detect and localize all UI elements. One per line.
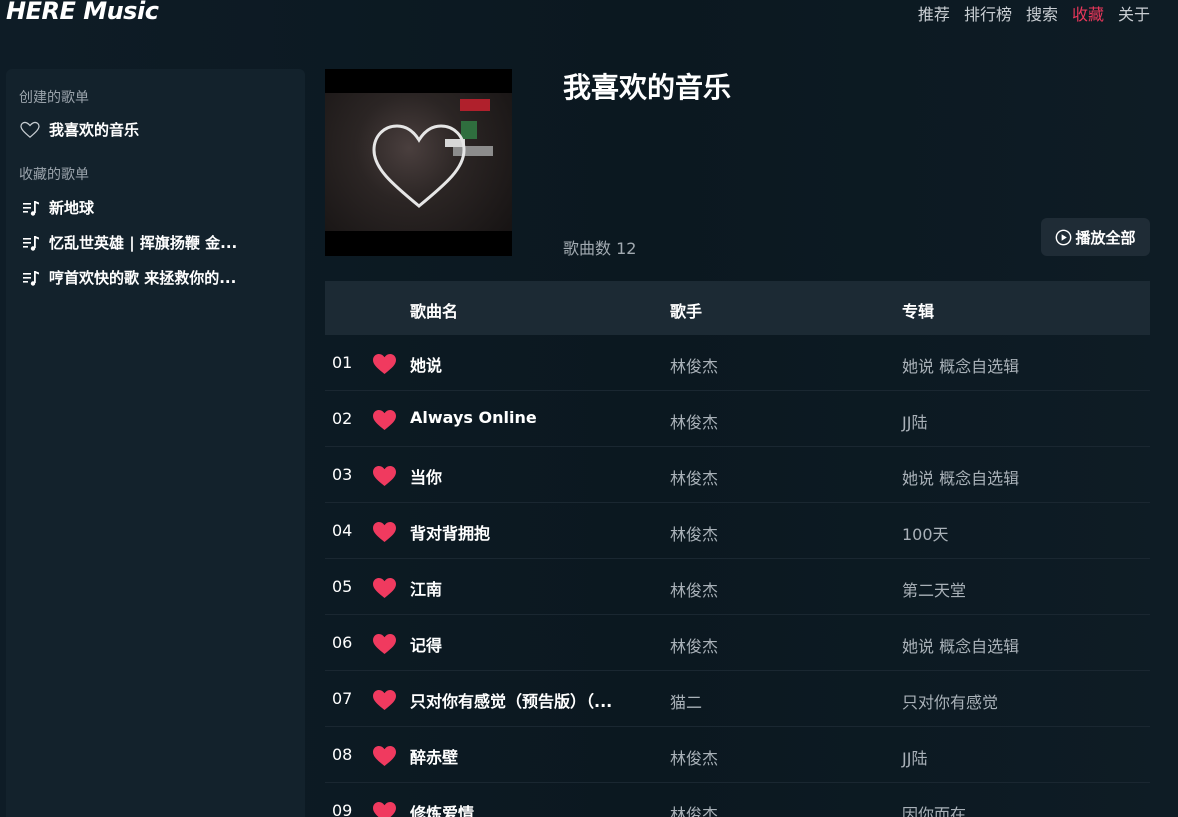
- heart-filled-icon[interactable]: [372, 689, 397, 711]
- app-logo[interactable]: HERE Music: [6, 0, 159, 25]
- sidebar-item-label: 新地球: [49, 199, 95, 217]
- album-name[interactable]: 100天: [902, 521, 949, 545]
- album-name[interactable]: 她说 概念自选辑: [902, 633, 1019, 657]
- heart-filled-icon[interactable]: [372, 353, 397, 375]
- table-row[interactable]: 09 修炼爱情 林俊杰 因你而在: [325, 783, 1150, 817]
- heart-filled-icon[interactable]: [372, 633, 397, 655]
- track-number: 07: [332, 689, 353, 708]
- artist-name[interactable]: 林俊杰: [670, 577, 718, 601]
- heart-filled-icon[interactable]: [372, 409, 397, 431]
- table-row[interactable]: 06 记得 林俊杰 她说 概念自选辑: [325, 615, 1150, 671]
- table-row[interactable]: 02 Always Online 林俊杰 JJ陆: [325, 391, 1150, 447]
- heart-filled-icon[interactable]: [372, 521, 397, 543]
- table-row[interactable]: 01 她说 林俊杰 她说 概念自选辑: [325, 335, 1150, 391]
- song-title[interactable]: 当你: [410, 464, 640, 488]
- album-name[interactable]: 只对你有感觉: [902, 689, 998, 713]
- table-row[interactable]: 05 江南 林俊杰 第二天堂: [325, 559, 1150, 615]
- track-number: 09: [332, 801, 353, 817]
- column-header-album: 专辑: [902, 302, 935, 321]
- album-name[interactable]: JJ陆: [902, 745, 927, 769]
- created-playlists-title: 创建的歌单: [19, 90, 89, 106]
- playlist-icon: [23, 270, 39, 286]
- sidebar-item-new-earth[interactable]: 新地球: [19, 197, 94, 218]
- sidebar-item-label: 忆乱世英雄 | 挥旗扬鞭 金...: [49, 234, 238, 252]
- main-nav: 推荐 排行榜 搜索 收藏 关于: [918, 1, 1150, 25]
- nav-item-search[interactable]: 搜索: [1026, 1, 1058, 25]
- album-name[interactable]: 因你而在: [902, 801, 966, 817]
- album-name[interactable]: JJ陆: [902, 409, 927, 433]
- table-row[interactable]: 07 只对你有感觉（预告版）（... 猫二 只对你有感觉: [325, 671, 1150, 727]
- heart-outline-icon: [20, 121, 40, 138]
- heart-filled-icon[interactable]: [372, 577, 397, 599]
- sidebar-item-liked-music[interactable]: 我喜欢的音乐: [19, 119, 139, 140]
- column-header-artist: 歌手: [670, 302, 703, 321]
- track-number: 06: [332, 633, 353, 652]
- sidebar-item-label: 哼首欢快的歌 来拯救你的...: [49, 269, 237, 287]
- artist-name[interactable]: 林俊杰: [670, 465, 718, 489]
- nav-item-about[interactable]: 关于: [1118, 1, 1150, 25]
- table-row[interactable]: 04 背对背拥抱 林俊杰 100天: [325, 503, 1150, 559]
- song-table: 歌曲名 歌手 专辑 01 她说 林俊杰 她说 概念自选辑 02 Always O…: [325, 281, 1150, 817]
- track-number: 05: [332, 577, 353, 596]
- artist-name[interactable]: 林俊杰: [670, 633, 718, 657]
- song-title[interactable]: 记得: [410, 632, 640, 656]
- sidebar-item-heroes[interactable]: 忆乱世英雄 | 挥旗扬鞭 金...: [19, 232, 237, 253]
- nav-item-recommend[interactable]: 推荐: [918, 1, 950, 25]
- track-number: 04: [332, 521, 353, 540]
- playlist-title: 我喜欢的音乐: [563, 71, 732, 104]
- song-title[interactable]: 修炼爱情: [410, 800, 640, 817]
- sidebar: 创建的歌单 我喜欢的音乐 收藏的歌单 新地球 忆乱世英雄 | 挥旗扬鞭 金...: [6, 69, 305, 817]
- track-number: 02: [332, 409, 353, 428]
- heart-filled-icon[interactable]: [372, 465, 397, 487]
- nav-item-charts[interactable]: 排行榜: [964, 1, 1012, 25]
- play-all-label: 播放全部: [1075, 228, 1136, 247]
- track-number: 03: [332, 465, 353, 484]
- table-row[interactable]: 03 当你 林俊杰 她说 概念自选辑: [325, 447, 1150, 503]
- column-header-song: 歌曲名: [410, 302, 459, 321]
- artist-name[interactable]: 林俊杰: [670, 745, 718, 769]
- playlist-cover: [325, 69, 512, 256]
- song-title[interactable]: 背对背拥抱: [410, 520, 640, 544]
- table-header: 歌曲名 歌手 专辑: [325, 281, 1150, 335]
- artist-name[interactable]: 林俊杰: [670, 801, 718, 817]
- collected-playlists-title: 收藏的歌单: [19, 167, 89, 183]
- album-name[interactable]: 第二天堂: [902, 577, 966, 601]
- sidebar-item-happy-songs[interactable]: 哼首欢快的歌 来拯救你的...: [19, 267, 236, 288]
- play-circle-icon: [1056, 229, 1072, 245]
- song-title[interactable]: 只对你有感觉（预告版）（...: [410, 688, 640, 712]
- artist-name[interactable]: 林俊杰: [670, 353, 718, 377]
- track-number: 01: [332, 353, 353, 372]
- cover-overlay: [372, 99, 493, 208]
- heart-filled-icon[interactable]: [372, 745, 397, 767]
- playlist-icon: [23, 235, 39, 251]
- song-count: 歌曲数 12: [563, 239, 637, 258]
- song-title[interactable]: 江南: [410, 576, 640, 600]
- sidebar-item-label: 我喜欢的音乐: [49, 121, 140, 139]
- artist-name[interactable]: 猫二: [670, 689, 702, 713]
- song-title[interactable]: 她说: [410, 352, 640, 376]
- artist-name[interactable]: 林俊杰: [670, 409, 718, 433]
- song-title[interactable]: Always Online: [410, 408, 640, 427]
- song-title[interactable]: 醉赤壁: [410, 744, 640, 768]
- album-name[interactable]: 她说 概念自选辑: [902, 465, 1019, 489]
- track-number: 08: [332, 745, 353, 764]
- play-all-button[interactable]: 播放全部: [1041, 218, 1150, 256]
- nav-item-favorites[interactable]: 收藏: [1072, 1, 1104, 25]
- heart-filled-icon[interactable]: [372, 801, 397, 817]
- playlist-icon: [23, 200, 39, 216]
- album-name[interactable]: 她说 概念自选辑: [902, 353, 1019, 377]
- table-row[interactable]: 08 醉赤壁 林俊杰 JJ陆: [325, 727, 1150, 783]
- artist-name[interactable]: 林俊杰: [670, 521, 718, 545]
- top-bar: HERE Music 推荐 排行榜 搜索 收藏 关于: [0, 0, 1178, 40]
